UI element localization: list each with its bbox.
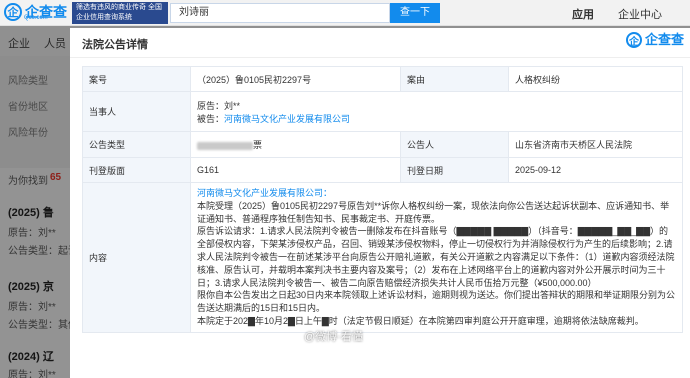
plaintiff: 原告：刘** (197, 100, 241, 111)
type-value: 票 (190, 131, 401, 158)
content-paragraph: 本院受理（2025）鲁0105民初2297号原告刘**诉你人格权纠纷一案，现依法… (197, 200, 670, 224)
logo-icon: 企 (4, 3, 22, 21)
party-label: 当事人 (82, 91, 191, 132)
date-value: 2025-09-12 (508, 157, 683, 183)
search-input[interactable]: 刘诗丽 (170, 3, 390, 23)
cause-value: 人格权纠纷 (508, 66, 683, 92)
promo-banner[interactable]: 筛选有违风的商业传奇 全国企业信用查询系统 (72, 2, 168, 24)
modal-title: 法院公告详情 (82, 39, 148, 51)
content-label: 内容 (82, 182, 191, 333)
content-paragraph: 本院定于202▇年10月2▇日上午▇时（法定节假日顺延）在本院第四审判庭公开开庭… (197, 315, 644, 326)
defendant-prefix: 被告： (197, 113, 225, 124)
content-paragraph: 原告诉讼请求：1.请求人民法院判令被告一删除发布在抖音账号（▇▇▇▇▇ ▇▇▇▇… (197, 226, 675, 288)
court-notice-modal: 法院公告详情 企 企查查 案号 （2025）鲁0105民初2297号 案由 人格… (70, 28, 690, 378)
apps-menu[interactable]: 应用 (572, 6, 594, 22)
notice-detail-table: 案号 （2025）鲁0105民初2297号 案由 人格权纠纷 当事人 原告：刘*… (82, 66, 683, 333)
modal-header: 法院公告详情 企 企查查 (70, 28, 690, 58)
content-paragraph: 限你自本公告发出之日起30日内来本院领取上述诉讼材料，逾期则视为送达。你们提出答… (197, 290, 676, 314)
watermark: @微博·看懂 (304, 331, 363, 343)
case-no-value[interactable]: （2025）鲁0105民初2297号 (190, 66, 401, 92)
type-label: 公告类型 (82, 131, 191, 158)
logo-icon: 企 (626, 32, 642, 48)
date-label: 刊登日期 (400, 157, 509, 183)
enterprise-center-link[interactable]: 企业中心 (618, 6, 662, 22)
modal-logo: 企 企查查 (626, 32, 684, 48)
case-no-label: 案号 (82, 66, 191, 92)
announcer-label: 公告人 (400, 131, 509, 158)
top-bar: 企 企查查 Qcc.com 筛选有违风的商业传奇 全国企业信用查询系统 刘诗丽 … (0, 0, 690, 26)
defendant-link[interactable]: 河南微马文化产业发展有限公司 (224, 114, 350, 124)
redacted-block (197, 141, 253, 150)
content-addressee[interactable]: 河南微马文化产业发展有限公司： (197, 187, 676, 200)
logo-text: 企查查 (645, 32, 685, 47)
cause-label: 案由 (400, 66, 509, 92)
content-value: 河南微马文化产业发展有限公司： 本院受理（2025）鲁0105民初2297号原告… (190, 182, 683, 333)
page-label: 刊登版面 (82, 157, 191, 183)
logo-subtext: Qcc.com (24, 15, 48, 21)
page-value: G161 (190, 157, 401, 183)
party-value: 原告：刘** 被告：河南微马文化产业发展有限公司 (190, 91, 683, 132)
announcer-value: 山东省济南市天桥区人民法院 (508, 131, 683, 158)
defendant-row: 被告：河南微马文化产业发展有限公司 (197, 112, 676, 125)
search-button[interactable]: 查一下 (390, 3, 440, 23)
type-suffix: 票 (253, 140, 263, 150)
